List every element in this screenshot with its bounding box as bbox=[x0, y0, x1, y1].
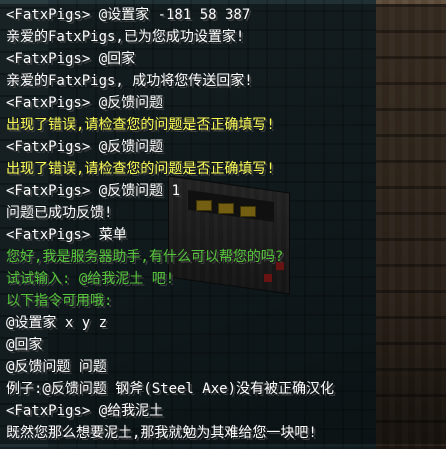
chat-message: 例子:@反馈问题 钢斧(Steel Axe)没有被正确汉化 bbox=[0, 378, 446, 400]
chat-message: 既然您那么想要泥土,那我就勉为其难给您一块吧! bbox=[0, 422, 446, 444]
chat-message: <FatxPigs> @回家 bbox=[0, 48, 446, 70]
chat-message: @反馈问题 问题 bbox=[0, 356, 446, 378]
chat-message: 出现了错误,请检查您的问题是否正确填写! bbox=[0, 158, 446, 180]
chat-message: 亲爱的FatxPigs,已为您成功设置家! bbox=[0, 26, 446, 48]
chat-message: 亲爱的FatxPigs, 成功将您传送回家! bbox=[0, 70, 446, 92]
chat-message: 出现了错误,请检查您的问题是否正确填写! bbox=[0, 114, 446, 136]
chat-message: @设置家 x y z bbox=[0, 312, 446, 334]
chat-message: 您好,我是服务器助手,有什么可以帮您的吗? bbox=[0, 246, 446, 268]
chat-log: <FatxPigs> @设置家 -181 58 387 亲爱的FatxPigs,已… bbox=[0, 4, 446, 444]
chat-message: <FatxPigs> @反馈问题 1 bbox=[0, 180, 446, 202]
chat-message: @回家 bbox=[0, 334, 446, 356]
chat-message: <FatxPigs> @给我泥土 bbox=[0, 400, 446, 422]
chat-message: 问题已成功反馈! bbox=[0, 202, 446, 224]
chat-message: <FatxPigs> @反馈问题 bbox=[0, 92, 446, 114]
chat-message: 以下指令可用哦: bbox=[0, 290, 446, 312]
chat-message: <FatxPigs> @反馈问题 bbox=[0, 136, 446, 158]
chat-message: 试试输入: @给我泥土 吧! bbox=[0, 268, 446, 290]
chat-message: <FatxPigs> 菜单 bbox=[0, 224, 446, 246]
chat-message: <FatxPigs> @设置家 -181 58 387 bbox=[0, 4, 446, 26]
